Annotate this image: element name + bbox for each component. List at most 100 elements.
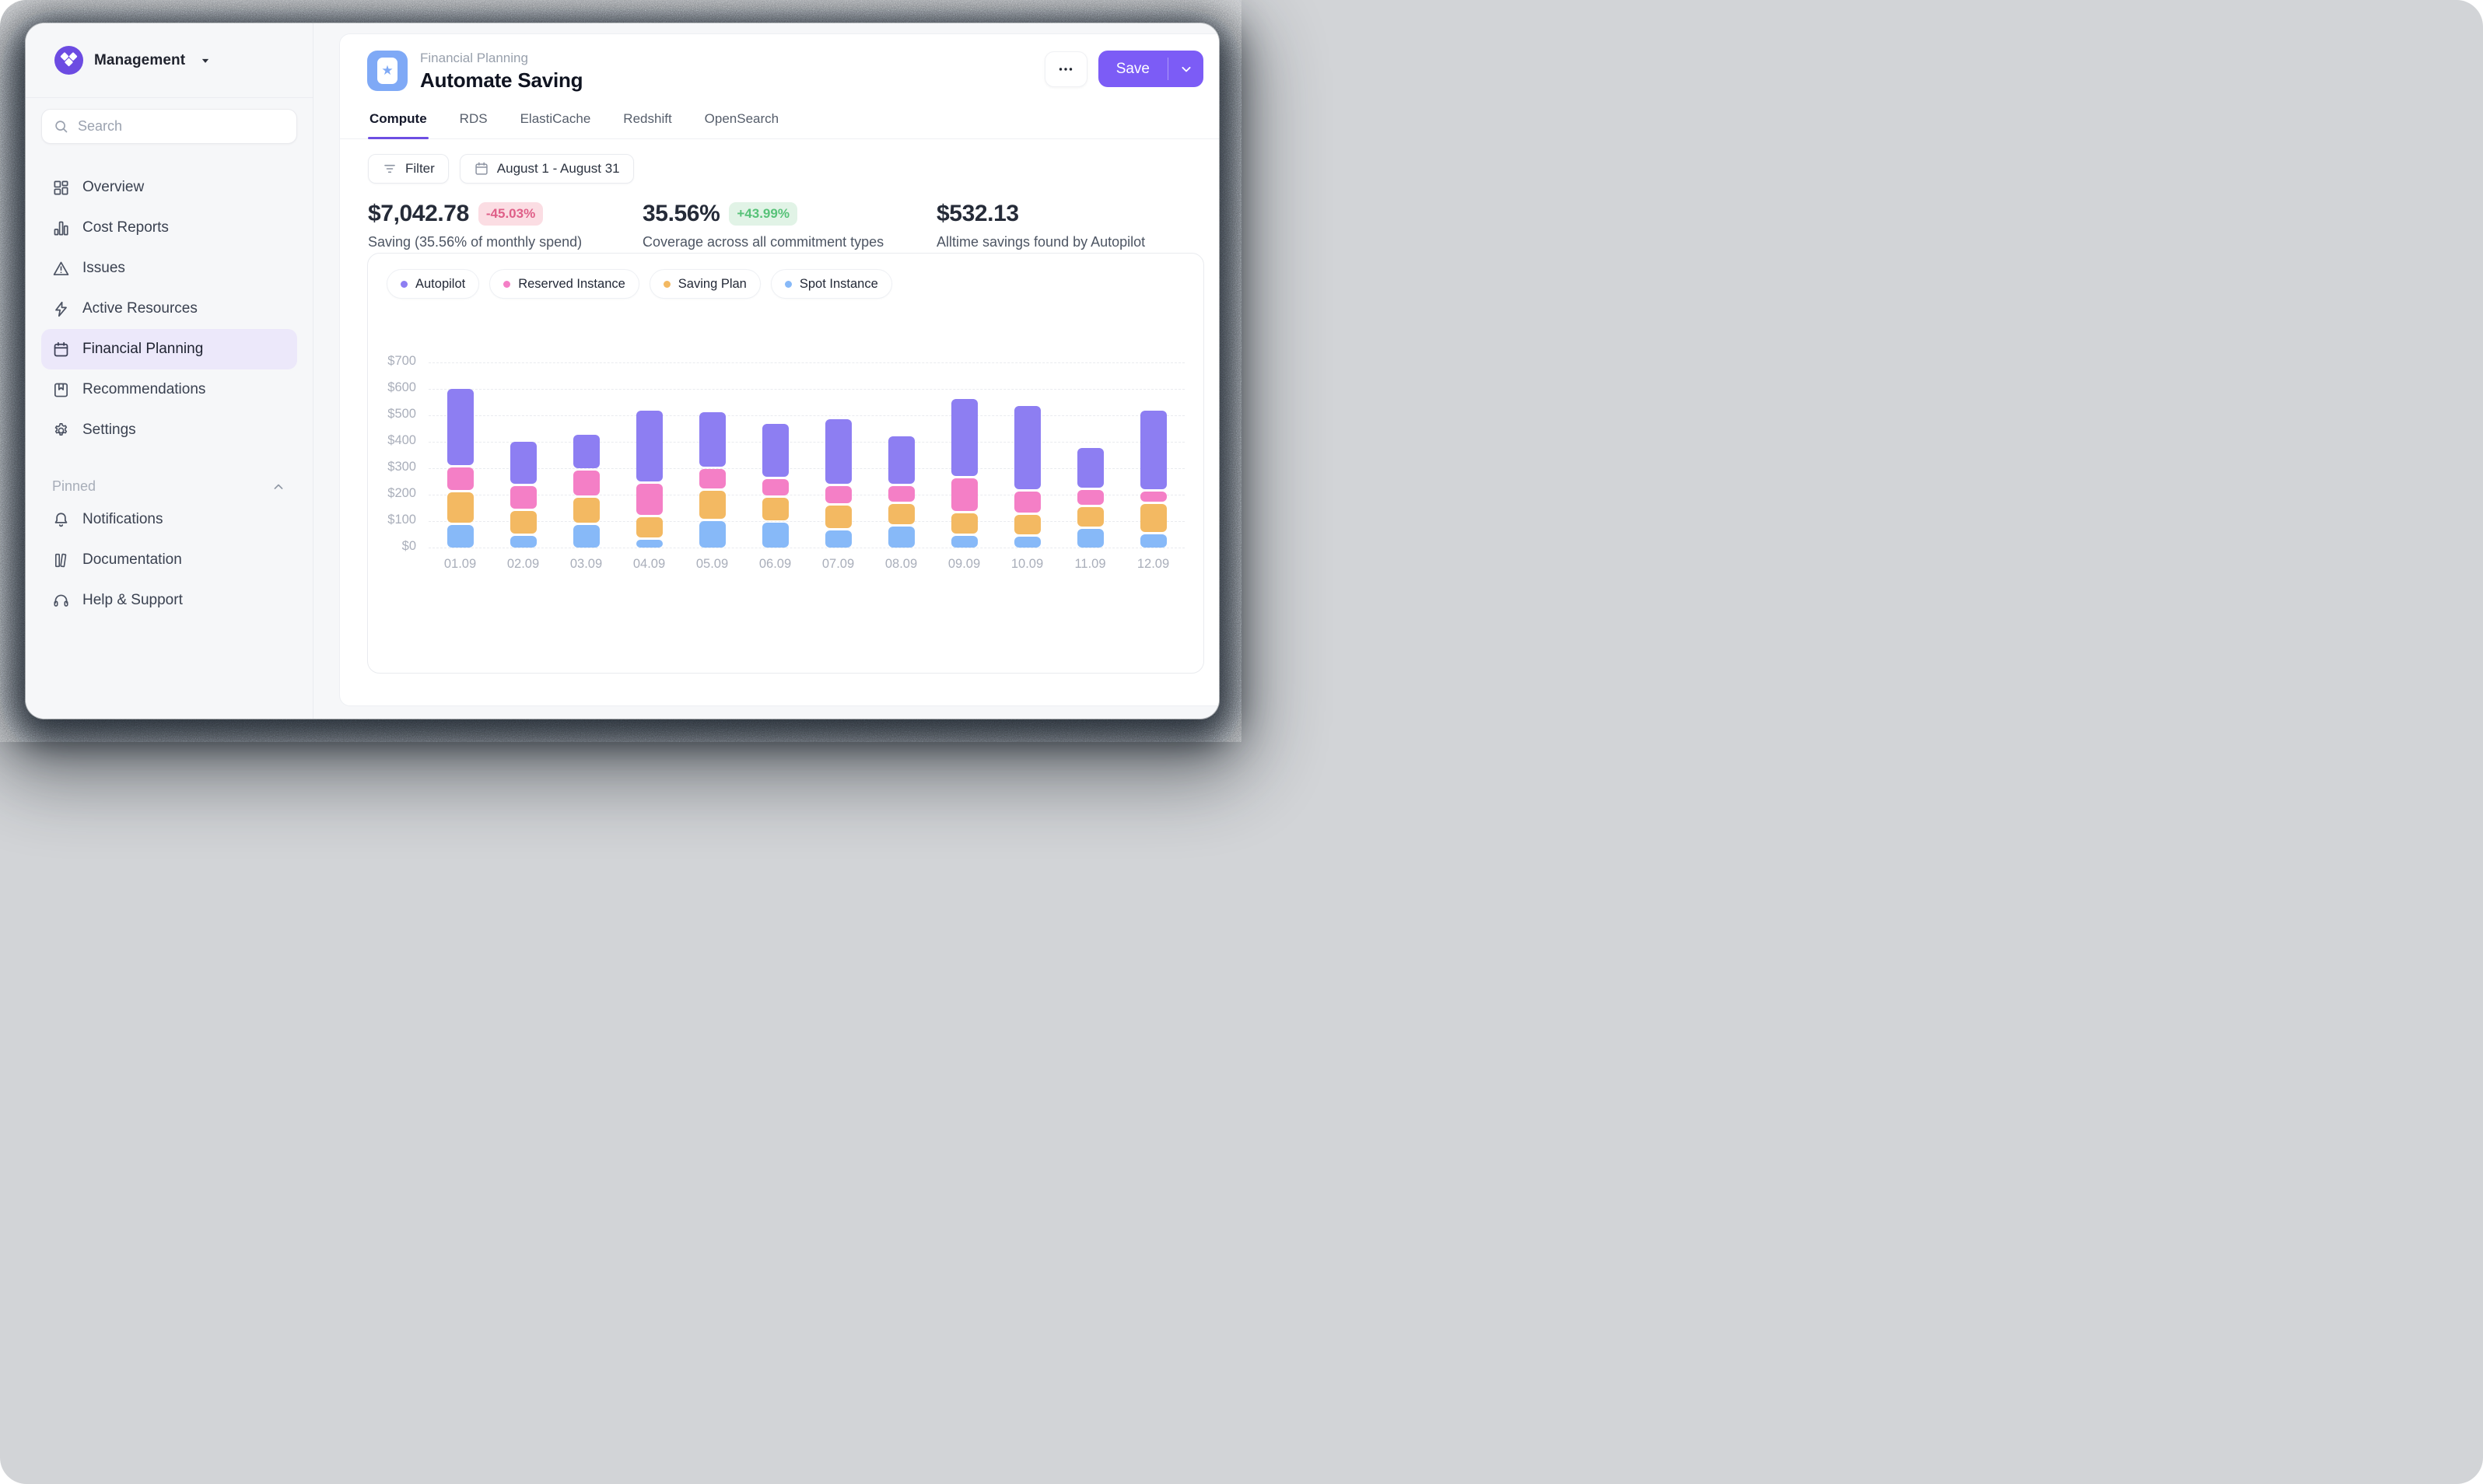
bar-segment-saving-plan [699, 491, 726, 519]
bar-09.09[interactable] [933, 362, 996, 548]
x-axis-tick: 06.09 [744, 557, 807, 572]
legend-item-autopilot[interactable]: Autopilot [387, 269, 479, 299]
tab-redshift[interactable]: Redshift [622, 103, 673, 138]
legend-label: Reserved Instance [518, 277, 625, 292]
legend-item-reserved-instance[interactable]: Reserved Instance [489, 269, 639, 299]
zap-icon [52, 300, 70, 318]
legend-item-saving-plan[interactable]: Saving Plan [650, 269, 761, 299]
save-button[interactable]: Save [1098, 51, 1168, 87]
sidebar-item-settings[interactable]: Settings [41, 410, 297, 450]
tab-elasticache[interactable]: ElastiCache [519, 103, 593, 138]
bar-10.09[interactable] [996, 362, 1059, 548]
y-axis-tick: $100 [368, 513, 416, 527]
bar-11.09[interactable] [1059, 362, 1122, 548]
save-dropdown-button[interactable] [1168, 51, 1203, 87]
sidebar-item-issues[interactable]: Issues [41, 248, 297, 289]
chevron-down-icon [1178, 61, 1194, 77]
bar-segment-spot-instance [951, 536, 978, 548]
gear-icon [52, 422, 70, 439]
x-axis-tick: 09.09 [933, 557, 996, 572]
filter-button[interactable]: Filter [368, 154, 449, 184]
y-axis-tick: $300 [368, 460, 416, 474]
sidebar-item-recommendations[interactable]: Recommendations [41, 369, 297, 410]
bar-segment-spot-instance [573, 525, 600, 548]
sidebar-item-active-resources[interactable]: Active Resources [41, 289, 297, 329]
bar-04.09[interactable] [618, 362, 681, 548]
bar-03.09[interactable] [555, 362, 618, 548]
sidebar-item-help-support[interactable]: Help & Support [41, 580, 297, 621]
bars-area [429, 362, 1185, 548]
legend-dot [503, 281, 510, 288]
pinned-section-header[interactable]: Pinned [41, 478, 297, 495]
bar-segment-spot-instance [1014, 537, 1041, 548]
more-actions-button[interactable] [1045, 51, 1087, 87]
bar-segment-autopilot [1140, 411, 1167, 488]
search-icon [53, 118, 69, 135]
bar-06.09[interactable] [744, 362, 807, 548]
bar-segment-reserved-instance [1140, 492, 1167, 502]
search-input[interactable] [78, 118, 285, 135]
bar-segment-saving-plan [636, 517, 663, 537]
sidebar-item-overview[interactable]: Overview [41, 167, 297, 208]
bar-02.09[interactable] [492, 362, 555, 548]
bar-07.09[interactable] [807, 362, 870, 548]
stat-value: 35.56% [643, 201, 720, 227]
bar-08.09[interactable] [870, 362, 933, 548]
bar-segment-reserved-instance [636, 484, 663, 516]
chevron-up-icon[interactable] [271, 479, 286, 495]
stat-value: $7,042.78 [368, 201, 469, 227]
page-header: ★ Financial Planning Automate Saving Sav… [340, 34, 1219, 93]
legend-item-spot-instance[interactable]: Spot Instance [771, 269, 892, 299]
star-icon: ★ [381, 64, 393, 77]
brand-logo [54, 46, 83, 75]
legend-dot [785, 281, 792, 288]
x-axis-tick: 02.09 [492, 557, 555, 572]
stat-change-badge: -45.03% [478, 202, 543, 226]
calendar-icon [474, 161, 489, 177]
sidebar-item-label: Financial Planning [82, 341, 203, 358]
bar-segment-saving-plan [573, 498, 600, 523]
bar-segment-autopilot [699, 412, 726, 467]
sidebar-nav: OverviewCost ReportsIssuesActive Resourc… [26, 167, 313, 450]
search-input-wrap[interactable] [41, 109, 297, 144]
bar-segment-autopilot [825, 419, 852, 484]
sidebar-item-label: Settings [82, 422, 136, 439]
bar-segment-saving-plan [1014, 515, 1041, 535]
bar-segment-reserved-instance [510, 486, 537, 509]
breadcrumb: Financial Planning [420, 51, 583, 66]
stat-3: $532.13Alltime savings found by Autopilo… [937, 201, 1145, 250]
sidebar-item-label: Documentation [82, 551, 182, 569]
date-range-button[interactable]: August 1 - August 31 [460, 154, 634, 184]
bar-segment-autopilot [1014, 406, 1041, 489]
sidebar-item-notifications[interactable]: Notifications [41, 499, 297, 540]
sidebar-item-documentation[interactable]: Documentation [41, 540, 297, 580]
y-axis-tick: $0 [368, 539, 416, 554]
bar-segment-autopilot [762, 424, 789, 477]
bar-01.09[interactable] [429, 362, 492, 548]
bar-segment-saving-plan [447, 492, 474, 523]
bar-segment-reserved-instance [1077, 490, 1104, 505]
x-axis-tick: 07.09 [807, 557, 870, 572]
tab-compute[interactable]: Compute [368, 103, 429, 138]
sidebar-item-financial-planning[interactable]: Financial Planning [41, 329, 297, 369]
bar-segment-autopilot [447, 389, 474, 466]
tab-opensearch[interactable]: OpenSearch [703, 103, 780, 138]
workspace-switcher[interactable]: Management [26, 23, 313, 98]
bar-segment-spot-instance [1077, 529, 1104, 548]
bar-segment-autopilot [573, 435, 600, 468]
sidebar-item-cost-reports[interactable]: Cost Reports [41, 208, 297, 248]
bar-12.09[interactable] [1122, 362, 1185, 548]
bar-segment-saving-plan [888, 504, 915, 524]
page-icon-plate: ★ [377, 58, 397, 84]
bar-05.09[interactable] [681, 362, 744, 548]
bar-segment-spot-instance [888, 527, 915, 548]
bar-segment-reserved-instance [573, 471, 600, 495]
bell-icon [52, 511, 70, 529]
stats-row: $7,042.78-45.03%Saving (35.56% of monthl… [340, 201, 1219, 250]
x-axis-labels: 01.0902.0903.0904.0905.0906.0907.0908.09… [429, 557, 1185, 572]
stat-label: Alltime savings found by Autopilot [937, 234, 1145, 250]
bar-segment-autopilot [636, 411, 663, 481]
bar-segment-spot-instance [699, 521, 726, 548]
legend-dot [664, 281, 671, 288]
tab-rds[interactable]: RDS [458, 103, 489, 138]
